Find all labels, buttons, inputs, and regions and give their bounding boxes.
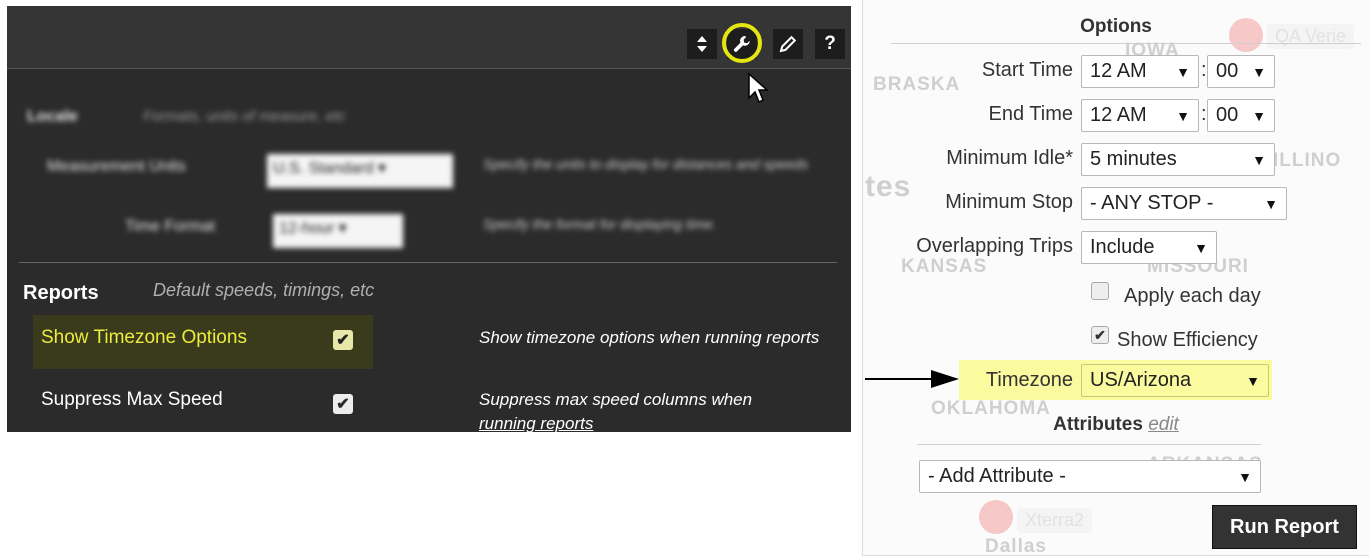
minimum-idle-select[interactable]: 5 minutes ▼ xyxy=(1081,143,1275,176)
run-report-button[interactable]: Run Report xyxy=(1212,505,1357,549)
options-panel: QA Verie IOWA BRASKA ILLINO tes MISSOURI… xyxy=(862,0,1369,556)
time-separator: : xyxy=(1201,103,1207,125)
dropdown-arrow-icon: ▼ xyxy=(1252,107,1266,124)
time-separator: : xyxy=(1201,59,1207,81)
timezone-select[interactable]: US/Arizona ▼ xyxy=(1081,364,1269,397)
show-efficiency-label: Show Efficiency xyxy=(1117,329,1258,351)
settings-toolbar: ? xyxy=(7,6,851,69)
apply-each-day-label: Apply each day xyxy=(1124,285,1261,307)
apply-each-day-checkbox[interactable] xyxy=(1091,282,1109,300)
attributes-divider xyxy=(917,444,1261,445)
dropdown-arrow-icon: ▼ xyxy=(1252,63,1266,80)
dropdown-arrow-icon: ▼ xyxy=(1264,195,1278,212)
sort-arrows-icon[interactable] xyxy=(687,29,717,59)
dropdown-arrow-icon: ▼ xyxy=(1194,239,1208,256)
add-attribute-value: - Add Attribute - xyxy=(928,465,1066,487)
map-label: Dallas xyxy=(985,536,1047,556)
minimum-stop-label: Minimum Stop xyxy=(945,191,1073,213)
options-title: Options xyxy=(1080,16,1152,37)
suppress-max-speed-checkbox[interactable]: ✔ xyxy=(333,394,353,414)
minimum-idle-value: 5 minutes xyxy=(1090,148,1177,170)
show-timezone-options-checkbox[interactable]: ✔ xyxy=(333,330,353,350)
map-label: tes xyxy=(865,170,912,203)
dropdown-arrow-icon: ▼ xyxy=(1246,372,1260,389)
suppress-max-speed-help: Suppress max speed columns when running … xyxy=(479,388,839,432)
dropdown-arrow-icon: ▼ xyxy=(1176,63,1190,80)
minimum-idle-label: Minimum Idle* xyxy=(946,147,1073,169)
time-format-label: Time Format xyxy=(125,218,216,235)
start-time-label: Start Time xyxy=(981,59,1073,81)
overlapping-trips-select[interactable]: Include ▼ xyxy=(1081,231,1217,264)
dropdown-arrow-icon: ▼ xyxy=(1252,151,1266,168)
section-divider xyxy=(19,262,837,263)
minimum-stop-select[interactable]: - ANY STOP - ▼ xyxy=(1081,187,1287,220)
wrench-highlight-ring xyxy=(722,23,762,63)
help-button[interactable]: ? xyxy=(815,29,845,59)
map-label: ILLINO xyxy=(1273,150,1342,171)
start-minute-value: 00 xyxy=(1216,60,1239,82)
map-label: BRASKA xyxy=(873,74,961,95)
end-hour-select[interactable]: 12 AM ▼ xyxy=(1081,99,1199,132)
measurement-units-select[interactable]: U.S. Standard ▾ xyxy=(267,154,453,188)
timezone-label: Timezone xyxy=(985,369,1073,391)
attributes-title: Attributes xyxy=(1053,414,1143,435)
end-minute-value: 00 xyxy=(1216,104,1239,126)
show-timezone-options-label: Show Timezone Options xyxy=(41,327,247,348)
dropdown-arrow-icon: ▼ xyxy=(1238,468,1252,485)
suppress-max-speed-label: Suppress Max Speed xyxy=(41,389,223,410)
reports-section-title: Reports xyxy=(23,282,99,304)
suppress-max-speed-help-line1: Suppress max speed columns when xyxy=(479,390,753,409)
pencil-icon[interactable] xyxy=(773,29,803,59)
start-minute-select[interactable]: 00 ▼ xyxy=(1207,55,1275,88)
start-hour-select[interactable]: 12 AM ▼ xyxy=(1081,55,1199,88)
measurement-units-label: Measurement Units xyxy=(47,158,186,175)
pointer-arrow-icon xyxy=(865,370,959,388)
show-timezone-options-help: Show timezone options when running repor… xyxy=(479,328,820,347)
time-format-help: Specify the format for displaying time. xyxy=(483,216,717,232)
time-format-value: 12-hour xyxy=(279,220,335,237)
attributes-edit-link[interactable]: edit xyxy=(1148,414,1179,435)
measurement-units-value: U.S. Standard xyxy=(273,160,374,177)
overlapping-trips-label: Overlapping Trips xyxy=(916,235,1073,257)
show-efficiency-checkbox[interactable]: ✔ xyxy=(1091,326,1109,344)
map-label: Xterra2 xyxy=(1017,508,1093,533)
mouse-cursor-icon xyxy=(748,72,769,104)
attributes-heading: Attributes edit xyxy=(863,414,1369,436)
end-minute-select[interactable]: 00 ▼ xyxy=(1207,99,1275,132)
minimum-stop-value: - ANY STOP - xyxy=(1090,192,1214,214)
suppress-max-speed-help-line2: running reports xyxy=(479,414,594,432)
map-label: KANSAS xyxy=(901,256,988,277)
dropdown-arrow-icon: ▼ xyxy=(1176,107,1190,124)
options-divider xyxy=(891,43,1361,44)
locale-title: Locale xyxy=(27,108,78,125)
add-attribute-select[interactable]: - Add Attribute - ▼ xyxy=(919,460,1261,493)
measurement-units-help: Specify the units to display for distanc… xyxy=(483,156,809,172)
map-marker-icon xyxy=(979,500,1013,534)
overlapping-trips-value: Include xyxy=(1090,236,1155,258)
start-hour-value: 12 AM xyxy=(1090,60,1147,82)
time-format-select[interactable]: 12-hour ▾ xyxy=(273,214,403,248)
timezone-value: US/Arizona xyxy=(1090,369,1192,391)
settings-panel: ? Locale Formats, units of measure, etc … xyxy=(7,6,851,432)
end-hour-value: 12 AM xyxy=(1090,104,1147,126)
reports-section-subtitle: Default speeds, timings, etc xyxy=(153,280,375,300)
end-time-label: End Time xyxy=(988,103,1073,125)
locale-subtitle: Formats, units of measure, etc xyxy=(143,108,346,125)
